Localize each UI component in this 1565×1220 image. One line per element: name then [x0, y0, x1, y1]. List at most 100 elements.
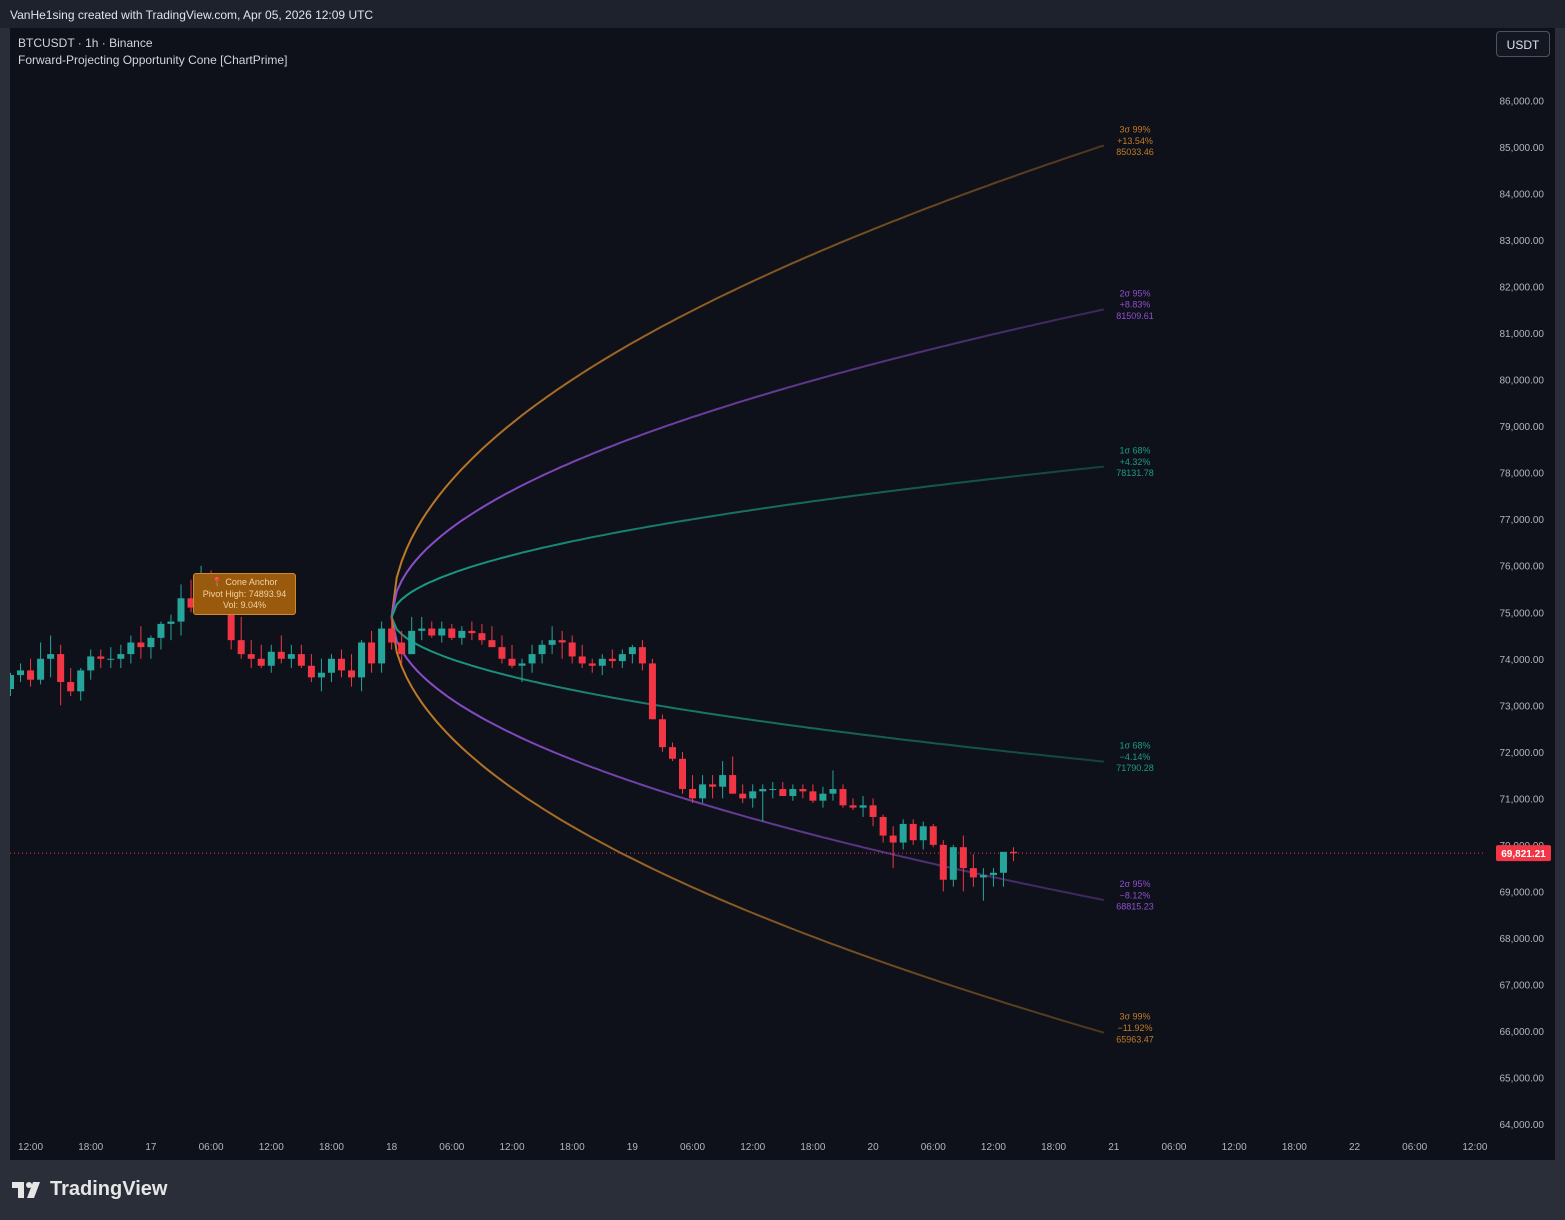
candle[interactable]: [769, 782, 777, 799]
candle[interactable]: [578, 644, 586, 669]
candle[interactable]: [277, 635, 285, 664]
candle[interactable]: [739, 784, 747, 803]
candle[interactable]: [819, 786, 827, 808]
indicator-title[interactable]: Forward-Projecting Opportunity Cone [Cha…: [18, 52, 287, 69]
candle[interactable]: [508, 644, 516, 669]
candle[interactable]: [348, 654, 356, 687]
cone-label-line: 2σ 95%: [1119, 288, 1150, 298]
candle[interactable]: [77, 668, 85, 701]
candle[interactable]: [10, 672, 14, 696]
candle[interactable]: [899, 819, 907, 850]
candle[interactable]: [297, 644, 305, 669]
candle[interactable]: [789, 784, 797, 801]
candle[interactable]: [919, 821, 927, 850]
candle[interactable]: [779, 782, 787, 797]
candle[interactable]: [939, 840, 947, 892]
candle[interactable]: [408, 616, 416, 655]
candle[interactable]: [177, 584, 185, 636]
tradingview-logo[interactable]: TradingView: [12, 1178, 167, 1201]
candle[interactable]: [929, 823, 937, 848]
candle[interactable]: [47, 635, 55, 678]
candle[interactable]: [869, 798, 877, 827]
candle[interactable]: [428, 621, 436, 638]
candle[interactable]: [17, 663, 25, 683]
candle[interactable]: [418, 616, 426, 641]
candle[interactable]: [117, 644, 125, 669]
candle[interactable]: [759, 784, 767, 822]
candle[interactable]: [337, 649, 345, 678]
candle[interactable]: [679, 751, 687, 794]
candle[interactable]: [588, 658, 596, 673]
candle[interactable]: [979, 868, 987, 901]
candle[interactable]: [829, 770, 837, 801]
candle[interactable]: [548, 626, 556, 655]
candle[interactable]: [638, 640, 646, 671]
candle[interactable]: [287, 644, 295, 669]
candle[interactable]: [689, 775, 697, 803]
candle[interactable]: [247, 640, 255, 669]
candle[interactable]: [137, 626, 145, 659]
candle[interactable]: [307, 654, 315, 683]
candle[interactable]: [839, 784, 847, 808]
candle[interactable]: [809, 784, 817, 803]
candle[interactable]: [67, 668, 75, 696]
candle[interactable]: [719, 761, 727, 799]
candle[interactable]: [257, 644, 265, 669]
candle[interactable]: [317, 658, 325, 692]
candle[interactable]: [558, 630, 566, 659]
candle[interactable]: [859, 796, 867, 817]
candle[interactable]: [368, 630, 376, 673]
last-price-tag: 69,821.21: [1496, 845, 1551, 862]
candle[interactable]: [538, 640, 546, 664]
candle[interactable]: [27, 658, 35, 687]
symbol-info[interactable]: BTCUSDT · 1h · Binance: [18, 35, 287, 52]
candle[interactable]: [97, 649, 105, 669]
candle[interactable]: [909, 819, 917, 845]
candle[interactable]: [969, 854, 977, 887]
candle[interactable]: [57, 644, 65, 706]
candle[interactable]: [598, 654, 606, 676]
candle[interactable]: [618, 649, 626, 669]
candle[interactable]: [237, 616, 245, 659]
candle[interactable]: [37, 642, 45, 685]
candle[interactable]: [999, 851, 1007, 887]
candle[interactable]: [959, 835, 967, 892]
candle[interactable]: [167, 614, 175, 641]
candle[interactable]: [668, 742, 676, 762]
candle[interactable]: [849, 798, 857, 810]
candle[interactable]: [568, 635, 576, 664]
candle[interactable]: [729, 756, 737, 794]
candle[interactable]: [358, 640, 366, 692]
candle[interactable]: [799, 784, 807, 799]
candle[interactable]: [157, 621, 165, 650]
candle[interactable]: [378, 621, 386, 673]
candle[interactable]: [879, 814, 887, 843]
candle[interactable]: [87, 649, 95, 680]
candle[interactable]: [267, 644, 275, 673]
candle[interactable]: [488, 626, 496, 648]
candle-body: [508, 658, 516, 666]
candle[interactable]: [107, 647, 115, 669]
candle[interactable]: [147, 635, 155, 659]
candle[interactable]: [327, 654, 335, 683]
candle[interactable]: [448, 623, 456, 641]
candle[interactable]: [608, 649, 616, 669]
candle[interactable]: [498, 635, 506, 664]
candle[interactable]: [127, 635, 135, 664]
candle[interactable]: [458, 626, 466, 645]
candle[interactable]: [478, 623, 486, 645]
candle[interactable]: [628, 644, 636, 664]
candle[interactable]: [438, 621, 446, 643]
candle[interactable]: [889, 826, 897, 869]
currency-button[interactable]: USDT: [1496, 31, 1550, 57]
candle[interactable]: [648, 658, 656, 720]
candle[interactable]: [528, 644, 536, 673]
y-tick-label: 68,000.00: [1500, 934, 1545, 945]
candle[interactable]: [1010, 847, 1017, 862]
candle[interactable]: [749, 784, 757, 808]
candle[interactable]: [709, 775, 717, 799]
candle[interactable]: [658, 714, 666, 752]
candle[interactable]: [468, 621, 476, 641]
candle[interactable]: [699, 775, 707, 803]
candle[interactable]: [949, 844, 957, 887]
